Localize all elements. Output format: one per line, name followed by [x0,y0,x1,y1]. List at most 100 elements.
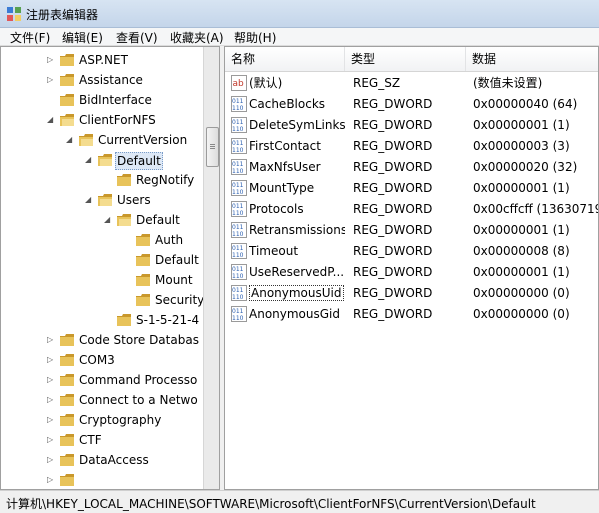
collapsed-arrow-icon[interactable]: ▷ [47,435,55,444]
value-data-cell: 0x00000040 (64) [473,94,598,115]
binary-value-icon: 011110 [231,264,247,280]
tree-item[interactable]: BidInterface [1,90,203,110]
tree-item[interactable]: ▷ Cryptography [1,410,203,430]
svg-text:110: 110 [232,168,244,175]
collapsed-arrow-icon[interactable]: ▷ [47,55,55,64]
binary-value-icon: 011110 [231,180,247,196]
svg-text:110: 110 [232,315,244,322]
value-data: 0x00000001 (1) [473,265,570,279]
value-name-cell: Retransmissions [249,220,345,241]
value-data-cell: 0x00000001 (1) [473,262,598,283]
column-header-data[interactable]: 数据 [466,47,598,71]
value-data-cell: 0x00000001 (1) [473,115,598,136]
folder-icon [60,434,74,446]
value-data-cell: 0x00000008 (8) [473,241,598,262]
folder-icon [60,94,74,106]
tree-item[interactable]: ▷ Connect to a Netwo [1,390,203,410]
menu-file[interactable]: 文件(F) [8,29,52,46]
tree-item[interactable]: ▷ Assistance [1,70,203,90]
value-data-cell: 0x00000000 (0) [473,283,598,304]
menu-edit[interactable]: 编辑(E) [60,29,105,46]
tree-item[interactable]: ◢ Default [1,150,203,170]
value-type: REG_DWORD [353,223,433,237]
value-row[interactable]: 011 110 MaxNfsUser REG_DWORD 0x00000020 (32) [225,157,598,178]
value-name: Retransmissions [249,223,345,237]
collapsed-arrow-icon[interactable]: ▷ [47,395,55,404]
tree-item[interactable]: ▷ COM3 [1,350,203,370]
expanded-arrow-icon[interactable]: ◢ [85,195,93,204]
value-name: MaxNfsUser [249,160,321,174]
collapsed-arrow-icon[interactable]: ▷ [47,475,55,484]
value-row[interactable]: 011 110 DeleteSymLinks REG_DWORD 0x00000001 … [225,115,598,136]
svg-text:011: 011 [232,224,244,231]
tree-item[interactable]: ▷ CTF [1,430,203,450]
tree-item[interactable]: Mount [1,270,203,290]
string-value-icon: ab [231,75,247,91]
value-name: Timeout [249,244,299,258]
value-data: 0x00000001 (1) [473,223,570,237]
tree-item[interactable]: ▷ ASP.NET [1,50,203,70]
column-header-name[interactable]: 名称 [225,47,345,71]
value-row[interactable]: 011 110 CacheBlocks REG_DWORD 0x00000040 (64… [225,94,598,115]
tree-scrollbar[interactable] [203,47,219,489]
collapsed-arrow-icon[interactable]: ▷ [47,355,55,364]
menu-help[interactable]: 帮助(H) [232,29,278,46]
folder-icon [60,74,74,86]
svg-text:011: 011 [232,287,244,294]
scrollbar-thumb[interactable] [206,127,219,167]
expanded-arrow-icon[interactable]: ◢ [85,155,93,164]
tree-item[interactable]: ◢ CurrentVersion [1,130,203,150]
collapsed-arrow-icon[interactable]: ▷ [47,375,55,384]
value-row[interactable]: 011 110 MountType REG_DWORD 0x00000001 (1) [225,178,598,199]
svg-text:011: 011 [232,140,244,147]
value-type-cell: REG_DWORD [353,220,463,241]
value-name-cell: DeleteSymLinks [249,115,345,136]
tree-item[interactable]: ▷ DataAccess [1,450,203,470]
value-type: REG_DWORD [353,244,433,258]
registry-editor-icon [7,7,21,21]
collapsed-arrow-icon[interactable]: ▷ [47,415,55,424]
tree-item[interactable]: ◢ ClientForNFS [1,110,203,130]
value-row[interactable]: 011 110 Protocols REG_DWORD 0x00cffcff (1363… [225,199,598,220]
value-data: 0x00000001 (1) [473,181,570,195]
value-row[interactable]: 011 110 FirstContact REG_DWORD 0x00000003 (3… [225,136,598,157]
tree-item[interactable]: RegNotify [1,170,203,190]
registry-tree-pane[interactable]: ▷ ASP.NET ▷ Assistance BidInterface ◢ ClientFo… [0,46,220,490]
expanded-arrow-icon[interactable]: ◢ [104,215,112,224]
value-name: FirstContact [249,139,321,153]
value-row[interactable]: 011 110 Retransmissions REG_DWORD 0x00000001… [225,220,598,241]
collapsed-arrow-icon[interactable]: ▷ [47,75,55,84]
column-header-type[interactable]: 类型 [345,47,466,71]
value-data: 0x00000001 (1) [473,118,570,132]
value-row[interactable]: 011 110 UseReservedP... REG_DWORD 0x00000001… [225,262,598,283]
menu-view[interactable]: 查看(V) [114,29,160,46]
tree-item[interactable]: Default [1,250,203,270]
values-list-pane[interactable]: 名称 类型 数据 ab (默认) REG_SZ (数值未设置) 011 110 CacheB… [224,46,599,490]
value-row[interactable]: 011 110 AnonymousGid REG_DWORD 0x00000000 (0… [225,304,598,325]
tree-item[interactable]: ◢ Users [1,190,203,210]
tree-item[interactable]: ▷ Code Store Databas [1,330,203,350]
value-row[interactable]: ab (默认) REG_SZ (数值未设置) [225,73,598,94]
value-type-cell: REG_DWORD [353,241,463,262]
value-type-cell: REG_DWORD [353,136,463,157]
tree-item[interactable]: S-1-5-21-4 [1,310,203,330]
tree-item[interactable]: ◢ Default [1,210,203,230]
tree-item[interactable]: Security [1,290,203,310]
tree-item-label: Default [136,213,180,227]
tree-item[interactable]: ▷ [1,470,203,489]
collapsed-arrow-icon[interactable]: ▷ [47,335,55,344]
menu-favorites[interactable]: 收藏夹(A) [168,29,226,46]
value-data-cell: 0x00000000 (0) [473,304,598,325]
collapsed-arrow-icon[interactable]: ▷ [47,455,55,464]
svg-text:110: 110 [232,231,244,238]
value-row[interactable]: 011 110 Timeout REG_DWORD 0x00000008 (8) [225,241,598,262]
tree-item[interactable]: Auth [1,230,203,250]
status-bar: 计算机\HKEY_LOCAL_MACHINE\SOFTWARE\Microsof… [0,490,599,513]
value-row[interactable]: 011 110 AnonymousUid REG_DWORD 0x00000000 (0… [225,283,598,304]
tree-item[interactable]: ▷ Command Processo [1,370,203,390]
expanded-arrow-icon[interactable]: ◢ [47,115,55,124]
svg-text:011: 011 [232,161,244,168]
expanded-arrow-icon[interactable]: ◢ [66,135,74,144]
value-name-cell: MountType [249,178,345,199]
folder-icon [60,414,74,426]
